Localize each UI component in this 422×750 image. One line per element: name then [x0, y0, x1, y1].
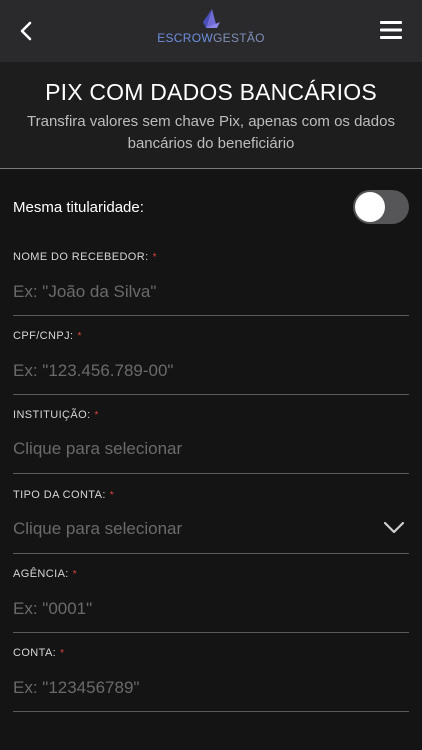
cpf-cnpj-input[interactable]	[13, 360, 409, 382]
top-bar: ESCROWGESTÃO	[0, 0, 422, 62]
cpf-cnpj-label-text: CPF/CNPJ:	[13, 330, 74, 342]
recipient-name-label: NOME DO RECEBEDOR: *	[13, 251, 409, 263]
page-title: PIX COM DADOS BANCÁRIOS	[45, 79, 377, 105]
agency-field: AGÊNCIA: *	[13, 568, 409, 633]
hamburger-menu-icon	[380, 21, 402, 39]
institution-select[interactable]: Clique para selecionar	[13, 439, 182, 459]
page-subtitle: Transfira valores sem chave Pix, apenas …	[27, 113, 395, 152]
agency-label-text: AGÊNCIA:	[13, 568, 69, 580]
brand-logo-icon	[203, 9, 220, 28]
account-type-label: TIPO DA CONTA: *	[13, 489, 409, 501]
same-ownership-toggle[interactable]	[353, 190, 409, 224]
account-field: CONTA: *	[13, 647, 409, 712]
cpf-cnpj-label: CPF/CNPJ: *	[13, 330, 409, 342]
brand-name-part2: GESTÃO	[213, 31, 265, 45]
bank-transfer-form: Mesma titularidade: NOME DO RECEBEDOR: * …	[0, 169, 422, 750]
institution-label: INSTITUIÇÃO: *	[13, 409, 409, 421]
same-ownership-row: Mesma titularidade:	[13, 189, 409, 225]
account-input[interactable]	[13, 677, 409, 699]
brand-name: ESCROWGESTÃO	[0, 31, 422, 45]
page-header: PIX COM DADOS BANCÁRIOS Transfira valore…	[0, 62, 422, 169]
same-ownership-label: Mesma titularidade:	[13, 198, 144, 216]
required-marker: *	[109, 489, 115, 501]
required-marker: *	[72, 568, 78, 580]
chevron-down-icon[interactable]	[383, 521, 405, 535]
agency-label: AGÊNCIA: *	[13, 568, 409, 580]
recipient-name-label-text: NOME DO RECEBEDOR:	[13, 251, 149, 263]
recipient-name-input[interactable]	[13, 281, 409, 303]
institution-field: INSTITUIÇÃO: * Clique para selecionar	[13, 409, 409, 474]
menu-button[interactable]	[380, 20, 402, 40]
cpf-cnpj-field: CPF/CNPJ: *	[13, 330, 409, 395]
account-label: CONTA: *	[13, 647, 409, 659]
recipient-name-field: NOME DO RECEBEDOR: *	[13, 251, 409, 316]
brand-logo: ESCROWGESTÃO	[0, 8, 422, 45]
required-marker: *	[152, 251, 157, 263]
account-label-text: CONTA:	[13, 647, 57, 659]
brand-name-part1: ESCROW	[157, 31, 213, 45]
account-type-label-text: TIPO DA CONTA:	[13, 489, 106, 501]
account-type-field: TIPO DA CONTA: * Clique para selecionar	[13, 489, 409, 554]
agency-input[interactable]	[13, 598, 409, 620]
toggle-knob	[355, 192, 385, 222]
institution-label-text: INSTITUIÇÃO:	[13, 409, 91, 421]
required-marker: *	[94, 409, 99, 421]
account-type-select[interactable]: Clique para selecionar	[13, 519, 182, 539]
required-marker: *	[60, 647, 65, 659]
required-marker: *	[77, 330, 82, 342]
